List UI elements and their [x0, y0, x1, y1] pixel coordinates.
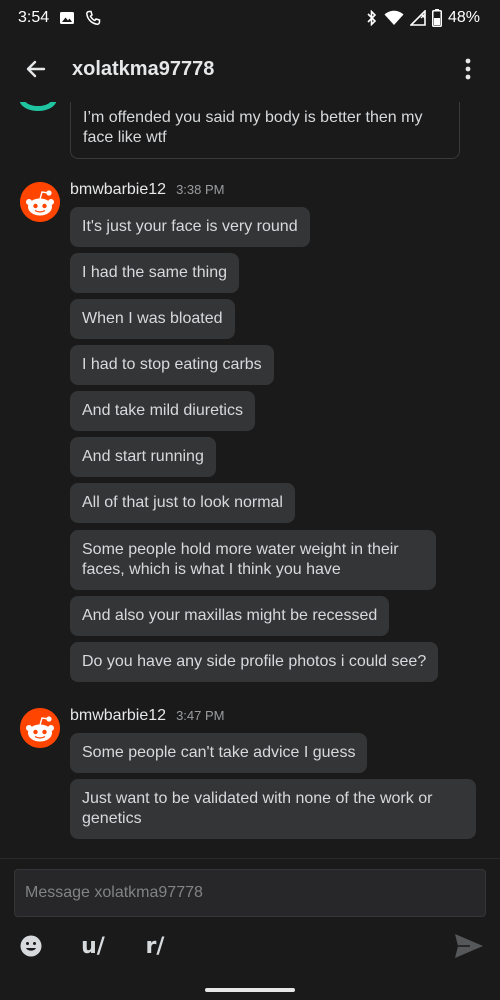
message-bubble: And also your maxillas might be recessed [70, 596, 390, 636]
status-time: 3:54 [18, 9, 50, 26]
message-list[interactable]: I’m offended you said my body is better … [0, 102, 500, 858]
status-bar: 3:54 48% [0, 0, 500, 36]
message-header: bmwbarbie12 3:38 PM [70, 181, 224, 199]
emoji-button[interactable] [16, 931, 46, 961]
page-title: xolatkma97778 [72, 57, 215, 80]
message-bubble: I had the same thing [70, 253, 239, 293]
avatar[interactable] [20, 708, 60, 748]
timestamp: 3:47 PM [176, 708, 225, 723]
home-indicator[interactable] [205, 988, 295, 992]
composer: u/ r/ [0, 858, 500, 1000]
username[interactable]: bmwbarbie12 [70, 181, 166, 199]
smiley-icon [20, 935, 42, 957]
send-button[interactable] [452, 929, 486, 963]
message-bubble: Just want to be validated with none of t… [70, 779, 476, 839]
send-icon [455, 934, 483, 958]
phone-icon [85, 10, 101, 26]
avatar [20, 102, 56, 124]
bluetooth-icon [366, 10, 378, 26]
arrow-left-icon [26, 60, 46, 78]
message-bubble: I had to stop eating carbs [70, 345, 274, 385]
message-bubble: It's just your face is very round [70, 207, 310, 247]
battery-percent: 48% [447, 9, 480, 26]
message-bubble: And take mild diuretics [70, 391, 255, 431]
wifi-icon [384, 10, 404, 26]
message-bubble: All of that just to look normal [70, 483, 295, 523]
more-options-button[interactable] [452, 49, 484, 89]
back-button[interactable] [16, 49, 56, 89]
timestamp: 3:38 PM [176, 182, 225, 197]
message-bubble: Some people can't take advice I guess [70, 733, 368, 773]
message-bubble: When I was bloated [70, 299, 235, 339]
snoo-avatar-icon [20, 182, 60, 222]
signal-icon [409, 10, 426, 26]
message-bubble: I’m offended you said my body is better … [70, 102, 460, 159]
mention-user-button[interactable]: u/ [78, 931, 108, 961]
app-bar: xolatkma97778 [0, 36, 500, 102]
message-input[interactable] [14, 869, 486, 917]
message-bubble: Do you have any side profile photos i co… [70, 642, 439, 682]
message-header: bmwbarbie12 3:47 PM [70, 707, 224, 725]
avatar[interactable] [20, 182, 60, 222]
username[interactable]: bmwbarbie12 [70, 707, 166, 725]
mention-community-button[interactable]: r/ [140, 931, 170, 961]
message-bubble: And start running [70, 437, 216, 477]
battery-icon [431, 9, 442, 27]
more-vertical-icon [465, 58, 471, 80]
image-icon [59, 10, 75, 26]
snoo-avatar-icon [20, 708, 60, 748]
message-bubble: Some people hold more water weight in th… [70, 530, 436, 590]
